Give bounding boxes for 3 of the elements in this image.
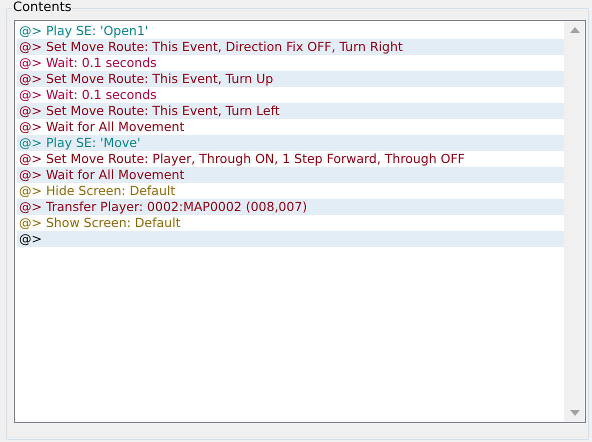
scrollbar[interactable] <box>564 21 585 422</box>
scroll-down-icon[interactable] <box>570 410 580 416</box>
scroll-up-icon[interactable] <box>570 27 580 33</box>
